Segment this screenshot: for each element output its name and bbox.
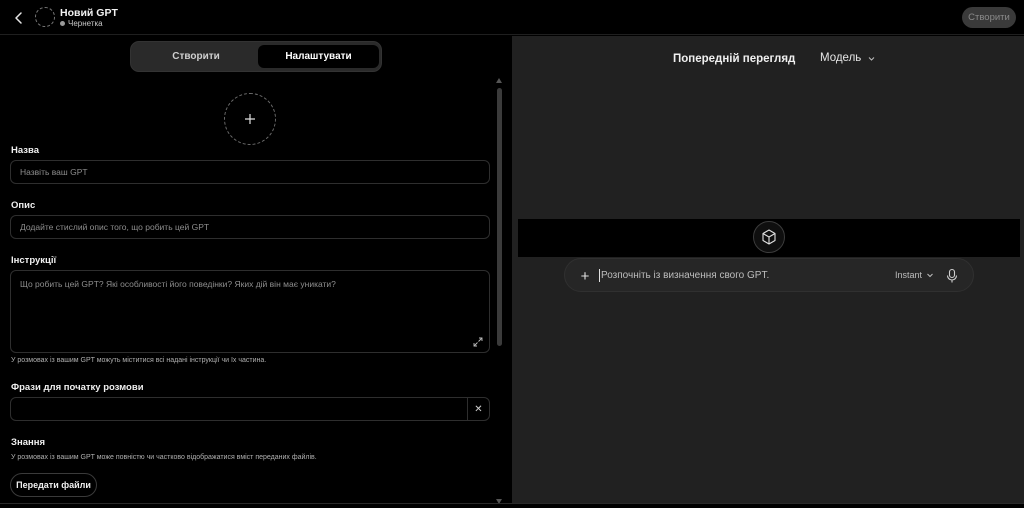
message-composer[interactable]: + Розпочніть із визначення свого GPT. In… bbox=[564, 258, 974, 292]
scrollbar[interactable] bbox=[496, 78, 502, 504]
config-panel: Створити Налаштувати Назва Назвіть ваш G… bbox=[0, 36, 512, 508]
gpt-avatar bbox=[35, 7, 55, 27]
gpt-title: Новий GPT bbox=[60, 7, 118, 19]
composer-input[interactable]: Розпочніть із визначення свого GPT. bbox=[599, 269, 769, 282]
plus-icon[interactable]: + bbox=[575, 266, 595, 286]
back-arrow-icon[interactable] bbox=[10, 9, 28, 27]
instructions-label: Інструкції bbox=[11, 255, 57, 266]
plus-icon bbox=[245, 114, 255, 124]
instructions-hint: У розмовах із вашим GPT можуть міститися… bbox=[11, 357, 267, 364]
description-placeholder: Додайте стислий опис того, що робить цей… bbox=[20, 222, 210, 232]
mode-dropdown[interactable]: Instant bbox=[895, 270, 934, 280]
description-label: Опис bbox=[11, 200, 36, 211]
name-label: Назва bbox=[11, 145, 39, 156]
tab-configure[interactable]: Налаштувати bbox=[258, 45, 379, 68]
knowledge-label: Знання bbox=[11, 437, 45, 448]
instructions-field[interactable]: Що робить цей GPT? Які особливості його … bbox=[10, 270, 490, 353]
instructions-placeholder: Що робить цей GPT? Які особливості його … bbox=[20, 279, 336, 289]
tab-create[interactable]: Створити bbox=[135, 45, 257, 68]
scroll-thumb[interactable] bbox=[497, 88, 502, 346]
name-field[interactable]: Назвіть ваш GPT bbox=[10, 160, 490, 184]
description-field[interactable]: Додайте стислий опис того, що робить цей… bbox=[10, 215, 490, 239]
mode-switch: Створити Налаштувати bbox=[130, 41, 382, 72]
expand-icon[interactable] bbox=[473, 337, 483, 347]
starter-input[interactable]: ✕ bbox=[10, 397, 490, 421]
close-icon[interactable]: ✕ bbox=[467, 398, 489, 420]
chevron-down-icon bbox=[927, 273, 933, 278]
model-dropdown[interactable]: Модель bbox=[820, 52, 876, 64]
cube-icon bbox=[762, 229, 776, 245]
mode-label: Instant bbox=[895, 270, 923, 280]
bottom-edge bbox=[0, 503, 1024, 508]
preview-panel: Попередній перегляд Модель + Розпочніть … bbox=[512, 36, 1024, 504]
top-bar: Новий GPT Чернетка Створити bbox=[0, 0, 1024, 35]
gpt-image-upload[interactable] bbox=[224, 93, 276, 145]
status-badge: Чернетка bbox=[60, 19, 103, 28]
chevron-down-icon bbox=[868, 56, 875, 61]
starters-label: Фрази для початку розмови bbox=[11, 382, 144, 393]
preview-title: Попередній перегляд bbox=[673, 53, 796, 65]
model-label: Модель bbox=[820, 52, 862, 64]
upload-files-button[interactable]: Передати файли bbox=[10, 473, 97, 497]
status-label: Чернетка bbox=[68, 19, 103, 28]
knowledge-hint: У розмовах із вашим GPT може повністю чи… bbox=[11, 454, 317, 461]
name-placeholder: Назвіть ваш GPT bbox=[20, 167, 88, 177]
status-dot-icon bbox=[60, 21, 65, 26]
scroll-up-icon[interactable] bbox=[496, 78, 502, 83]
create-button[interactable]: Створити bbox=[962, 7, 1016, 28]
gpt-preview-logo bbox=[753, 221, 785, 253]
microphone-icon[interactable] bbox=[945, 268, 959, 284]
